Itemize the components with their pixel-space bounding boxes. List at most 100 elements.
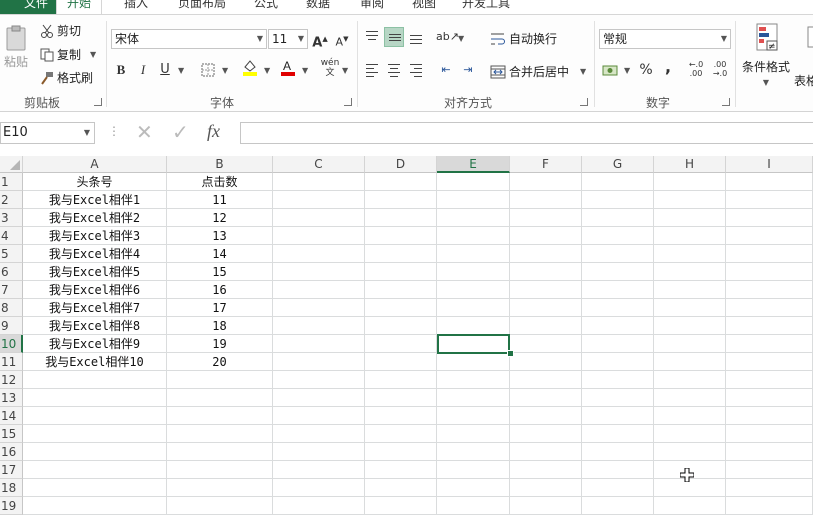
cell-g7[interactable] xyxy=(582,281,654,299)
chevron-down-icon[interactable]: ▼ xyxy=(302,66,308,75)
cell-a14[interactable] xyxy=(23,407,167,425)
cell-b18[interactable] xyxy=(167,479,273,497)
cell-a16[interactable] xyxy=(23,443,167,461)
cell-d5[interactable] xyxy=(365,245,437,263)
cell-i10[interactable] xyxy=(726,335,813,353)
chevron-down-icon[interactable]: ▼ xyxy=(222,66,228,75)
column-header-e[interactable]: E xyxy=(437,156,510,173)
align-top-icon[interactable] xyxy=(362,27,382,47)
cell-e11[interactable] xyxy=(437,353,510,371)
format-painter-button[interactable]: 格式刷 xyxy=(40,69,93,86)
cell-e2[interactable] xyxy=(437,191,510,209)
cell-a8[interactable]: 我与Excel相伴7 xyxy=(23,299,167,317)
cell-c8[interactable] xyxy=(273,299,365,317)
row-header[interactable]: 5 xyxy=(0,245,23,263)
tab-insert[interactable]: 插入 xyxy=(116,0,156,14)
row-header[interactable]: 11 xyxy=(0,353,23,371)
fill-color-icon[interactable] xyxy=(240,58,260,78)
cell-c9[interactable] xyxy=(273,317,365,335)
cell-b1[interactable]: 点击数 xyxy=(167,173,273,191)
wrap-text-button[interactable]: 自动换行 xyxy=(490,30,557,47)
cell-g18[interactable] xyxy=(582,479,654,497)
chevron-down-icon[interactable]: ▼ xyxy=(624,66,630,75)
cell-a3[interactable]: 我与Excel相伴2 xyxy=(23,209,167,227)
underline-button[interactable]: U xyxy=(155,60,175,80)
align-center-icon[interactable] xyxy=(384,60,404,80)
cell-g15[interactable] xyxy=(582,425,654,443)
align-middle-icon[interactable] xyxy=(384,27,404,47)
italic-button[interactable]: I xyxy=(133,60,153,80)
cell-h9[interactable] xyxy=(654,317,726,335)
cell-g8[interactable] xyxy=(582,299,654,317)
cell-a9[interactable]: 我与Excel相伴8 xyxy=(23,317,167,335)
cell-i19[interactable] xyxy=(726,497,813,515)
cell-a13[interactable] xyxy=(23,389,167,407)
borders-icon[interactable] xyxy=(198,60,218,80)
cell-f12[interactable] xyxy=(510,371,582,389)
cell-i5[interactable] xyxy=(726,245,813,263)
cell-b6[interactable]: 15 xyxy=(167,263,273,281)
cell-c7[interactable] xyxy=(273,281,365,299)
column-header-c[interactable]: C xyxy=(273,156,365,173)
cell-f17[interactable] xyxy=(510,461,582,479)
cell-b5[interactable]: 14 xyxy=(167,245,273,263)
cell-i8[interactable] xyxy=(726,299,813,317)
cell-d1[interactable] xyxy=(365,173,437,191)
cell-e8[interactable] xyxy=(437,299,510,317)
row-header[interactable]: 3 xyxy=(0,209,23,227)
cell-a15[interactable] xyxy=(23,425,167,443)
tab-developer[interactable]: 开发工具 xyxy=(456,0,516,14)
column-header-a[interactable]: A xyxy=(23,156,167,173)
increase-indent-icon[interactable]: ⇥ xyxy=(458,60,478,80)
cell-d19[interactable] xyxy=(365,497,437,515)
cell-a11[interactable]: 我与Excel相伴10 xyxy=(23,353,167,371)
cell-g16[interactable] xyxy=(582,443,654,461)
cell-d17[interactable] xyxy=(365,461,437,479)
row-header[interactable]: 12 xyxy=(0,371,23,389)
decrease-decimal-icon[interactable]: .00 →.0 xyxy=(710,60,730,80)
cell-h6[interactable] xyxy=(654,263,726,281)
cell-d12[interactable] xyxy=(365,371,437,389)
cell-d3[interactable] xyxy=(365,209,437,227)
row-header[interactable]: 1 xyxy=(0,173,23,191)
chevron-down-icon[interactable]: ▼ xyxy=(458,34,464,43)
cell-g19[interactable] xyxy=(582,497,654,515)
cell-c11[interactable] xyxy=(273,353,365,371)
cell-e19[interactable] xyxy=(437,497,510,515)
cell-a18[interactable] xyxy=(23,479,167,497)
cell-e5[interactable] xyxy=(437,245,510,263)
row-header[interactable]: 2 xyxy=(0,191,23,209)
tab-view[interactable]: 视图 xyxy=(404,0,444,14)
cell-f11[interactable] xyxy=(510,353,582,371)
font-launcher-icon[interactable] xyxy=(344,98,352,106)
column-header-h[interactable]: H xyxy=(654,156,726,173)
row-header[interactable]: 8 xyxy=(0,299,23,317)
alignment-launcher-icon[interactable] xyxy=(580,98,588,106)
cell-a19[interactable] xyxy=(23,497,167,515)
confirm-entry-icon[interactable]: ✓ xyxy=(172,120,189,144)
cell-g9[interactable] xyxy=(582,317,654,335)
cell-h16[interactable] xyxy=(654,443,726,461)
cell-d15[interactable] xyxy=(365,425,437,443)
cell-e13[interactable] xyxy=(437,389,510,407)
cell-d18[interactable] xyxy=(365,479,437,497)
cell-a7[interactable]: 我与Excel相伴6 xyxy=(23,281,167,299)
cell-d14[interactable] xyxy=(365,407,437,425)
cell-b3[interactable]: 12 xyxy=(167,209,273,227)
column-header-b[interactable]: B xyxy=(167,156,273,173)
row-header[interactable]: 19 xyxy=(0,497,23,515)
cell-h13[interactable] xyxy=(654,389,726,407)
tab-home[interactable]: 开始 xyxy=(56,0,102,14)
cell-c10[interactable] xyxy=(273,335,365,353)
number-format-select[interactable]: 常规 ▼ xyxy=(599,29,731,49)
cell-e14[interactable] xyxy=(437,407,510,425)
cell-d2[interactable] xyxy=(365,191,437,209)
cell-i7[interactable] xyxy=(726,281,813,299)
cell-b11[interactable]: 20 xyxy=(167,353,273,371)
cell-b19[interactable] xyxy=(167,497,273,515)
tab-review[interactable]: 审阅 xyxy=(352,0,392,14)
name-box[interactable]: E10 ▼ xyxy=(0,122,95,144)
row-header[interactable]: 10 xyxy=(0,335,23,353)
cell-b16[interactable] xyxy=(167,443,273,461)
cell-i16[interactable] xyxy=(726,443,813,461)
